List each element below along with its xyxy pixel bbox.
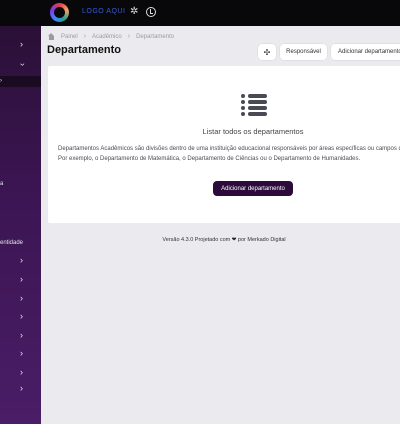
breadcrumb-item[interactable]: Painel: [61, 34, 78, 40]
heart-icon: ❤: [231, 237, 237, 243]
chevron-right-icon[interactable]: ›: [20, 275, 23, 284]
chevron-right-icon: ›: [83, 33, 87, 40]
footer-credit[interactable]: por Merkado Digital: [238, 237, 286, 243]
footer: Versão 4.3.0 Projetado com ❤ por Merkado…: [48, 237, 400, 243]
responsavel-button[interactable]: Responsável: [280, 44, 327, 60]
list-icon: [241, 94, 267, 116]
add-department-primary-button[interactable]: Adicionar departamento: [213, 181, 293, 196]
breadcrumb: Painel › Acadêmico › Departamento: [48, 33, 174, 40]
sidebar-item-label: ›: [0, 78, 2, 84]
chevron-right-icon: ›: [127, 33, 131, 40]
chevron-right-icon[interactable]: ›: [20, 294, 23, 303]
sidebar-active-item[interactable]: ›: [0, 76, 41, 87]
move-button[interactable]: ✣: [258, 44, 276, 60]
page-title: Departamento: [47, 44, 121, 56]
chevron-down-icon[interactable]: ›: [18, 63, 28, 66]
sidebar: › › › a entidade › › › › › › › ›: [0, 26, 41, 424]
chevron-right-icon[interactable]: ›: [20, 256, 23, 265]
logo-icon[interactable]: [50, 3, 69, 22]
chevron-right-icon[interactable]: ›: [20, 40, 23, 49]
breadcrumb-item[interactable]: Acadêmico: [92, 34, 122, 40]
chevron-right-icon[interactable]: ›: [20, 349, 23, 358]
chevron-right-icon[interactable]: ›: [20, 312, 23, 321]
empty-state-card: Listar todos os departamentos Departamen…: [48, 66, 400, 223]
move-icon: ✣: [263, 47, 271, 57]
chevron-right-icon[interactable]: ›: [20, 384, 23, 393]
gear-icon[interactable]: ✲: [130, 7, 140, 17]
add-department-button[interactable]: Adicionar departamento: [331, 44, 400, 60]
sidebar-item-label[interactable]: a: [0, 181, 3, 187]
chevron-right-icon[interactable]: ›: [20, 368, 23, 377]
empty-state-description: Departamentos Acadêmicos são divisões de…: [58, 146, 400, 162]
empty-state-heading: Listar todos os departamentos: [202, 127, 304, 136]
home-icon[interactable]: [48, 33, 55, 40]
chevron-right-icon[interactable]: ›: [20, 331, 23, 340]
breadcrumb-item: Departamento: [136, 33, 175, 40]
logo-text[interactable]: LOGO AQUI: [82, 8, 125, 15]
clock-icon[interactable]: [146, 7, 156, 17]
sidebar-item-label[interactable]: entidade: [0, 240, 23, 246]
footer-version: Versão 4.3.0 Projetado com: [162, 237, 231, 243]
top-bar: LOGO AQUI ✲: [0, 0, 400, 26]
